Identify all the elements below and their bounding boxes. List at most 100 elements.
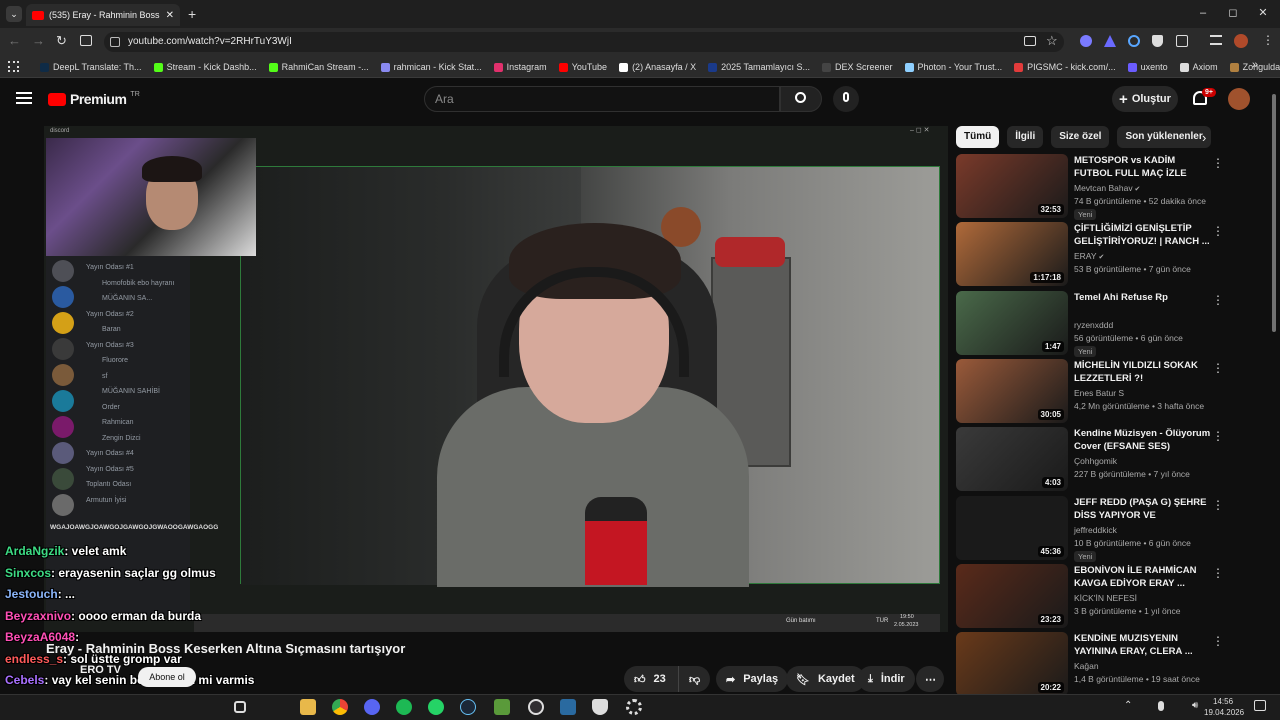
bookmark-star-icon[interactable]: ☆	[1046, 33, 1058, 49]
tab-list-button[interactable]: ⌄	[6, 6, 22, 22]
recommendation-item[interactable]: 23:23 EBONİVON İLE RAHMİCAN KAVGA EDİYOR …	[956, 563, 1266, 628]
recommendation-item[interactable]: 20:22 KENDİNE MUZISYENIN YAYININA ERAY, C…	[956, 632, 1266, 697]
recommendation-item[interactable]: 45:36 JEFF REDD (PAŞA G) ŞEHRE DİSS YAPIY…	[956, 495, 1266, 562]
recommendation-channel[interactable]: KİCK'İN NEFESİ	[1074, 593, 1137, 603]
bookmark-item[interactable]: DeepL Translate: Th...	[34, 62, 148, 72]
close-window-button[interactable]: ✕	[1256, 6, 1270, 20]
tab-close-icon[interactable]: ✕	[166, 10, 174, 21]
subscribe-button[interactable]: Abone ol	[138, 667, 196, 687]
bookmark-item[interactable]: uxento	[1122, 62, 1174, 72]
recommendation-channel[interactable]: jeffreddkick	[1074, 525, 1117, 535]
recommendation-item[interactable]: 30:05 MİCHELİN YILDIZLI SOKAK LEZZETLERİ …	[956, 358, 1266, 423]
more-options-icon[interactable]: ⋮	[1212, 498, 1224, 512]
video-thumbnail[interactable]: 1:17:18	[956, 222, 1068, 287]
vpn-icon[interactable]	[592, 699, 608, 715]
back-icon[interactable]: ←	[8, 33, 21, 48]
more-options-icon[interactable]: ⋮	[1212, 634, 1224, 648]
new-tab-button[interactable]: +	[188, 6, 196, 22]
recommendation-item[interactable]: 32:53 METOSPOR vs KADİM FUTBOL FULL MAÇ İ…	[956, 154, 1266, 220]
more-options-icon[interactable]: ⋮	[1212, 361, 1224, 375]
reload-icon[interactable]: ↻	[56, 33, 67, 49]
hamburger-menu-icon[interactable]	[16, 92, 32, 104]
filter-chip[interactable]: Tümü	[956, 126, 1000, 148]
system-time[interactable]: 14:56	[1213, 697, 1233, 706]
tray-chevron-icon[interactable]: ⌃	[1124, 700, 1132, 711]
video-thumbnail[interactable]: 45:36	[956, 495, 1068, 560]
reader-icon[interactable]	[80, 35, 92, 46]
bookmark-item[interactable]: rahmican - Kick Stat...	[375, 62, 488, 72]
recommendation-title[interactable]: METOSPOR vs KADİM FUTBOL FULL MAÇ İZLE	[1074, 154, 1214, 180]
tray-mic-icon[interactable]	[1158, 701, 1164, 711]
recommendation-title[interactable]: EBONİVON İLE RAHMİCAN KAVGA EDİYOR ERAY …	[1074, 564, 1214, 590]
profile-avatar-icon[interactable]	[1234, 34, 1248, 48]
download-button[interactable]: ⤓ İndir	[858, 666, 915, 692]
video-thumbnail[interactable]: 30:05	[956, 358, 1068, 423]
puzzle-icon[interactable]	[1176, 35, 1188, 47]
bookmark-item[interactable]: RahmiCan Stream -...	[263, 62, 375, 72]
more-options-icon[interactable]: ⋮	[1212, 429, 1224, 443]
browser-menu-icon[interactable]: ⋮	[1262, 33, 1274, 47]
page-scrollbar[interactable]	[1272, 94, 1276, 332]
address-bar[interactable]: youtube.com/watch?v=2RHrTuY3WjI	[104, 32, 1064, 52]
recommendation-title[interactable]: Temel Ahi Refuse Rp	[1074, 291, 1214, 304]
recommendation-title[interactable]: KENDİNE MUZISYENIN YAYININA ERAY, CLERA …	[1074, 632, 1214, 658]
chips-next-icon[interactable]: ›	[1202, 130, 1206, 145]
more-options-icon[interactable]: ⋮	[1212, 566, 1224, 580]
video-thumbnail[interactable]: 1:47	[956, 290, 1068, 355]
bookmark-item[interactable]: (2) Anasayfa / X	[613, 62, 702, 72]
recommendation-channel[interactable]: Mevtcan Bahav ✔	[1074, 183, 1140, 193]
apps-grid-icon[interactable]	[8, 61, 19, 72]
recommendation-item[interactable]: 1:17:18 ÇİFTLİĞİMİZİ GENİŞLETİP GELİŞTİRİ…	[956, 222, 1266, 287]
bookmark-item[interactable]: Instagram	[488, 62, 553, 72]
browser-tab-active[interactable]: (535) Eray - Rahminin Boss Keser ✕	[26, 4, 180, 26]
tray-volume-icon[interactable]: 🔊︎	[1192, 700, 1198, 711]
notification-center-icon[interactable]	[1254, 700, 1266, 711]
more-options-icon[interactable]: ⋮	[1212, 156, 1224, 170]
recommendation-title[interactable]: MİCHELİN YILDIZLI SOKAK LEZZETLERİ ?!	[1074, 359, 1214, 385]
spotify-icon[interactable]	[396, 699, 412, 715]
video-thumbnail[interactable]: 32:53	[956, 154, 1068, 218]
shield-icon[interactable]	[1152, 35, 1163, 47]
like-button[interactable]: 👍︎ 23	[624, 666, 678, 692]
recommendation-channel[interactable]: ryzenxddd	[1074, 320, 1113, 330]
steam-icon[interactable]	[460, 699, 476, 715]
youtube-logo[interactable]: Premium TR	[48, 91, 140, 107]
more-options-icon[interactable]: ⋮	[1212, 293, 1224, 307]
video-thumbnail[interactable]: 23:23	[956, 563, 1068, 628]
video-thumbnail[interactable]: 4:03	[956, 427, 1068, 492]
file-explorer-icon[interactable]	[300, 699, 316, 715]
extension-icon-3[interactable]	[1128, 35, 1140, 47]
bookmark-item[interactable]: Photon - Your Trust...	[899, 62, 1009, 72]
recommendation-title[interactable]: ÇİFTLİĞİMİZİ GENİŞLETİP GELİŞTİRİYORUZ! …	[1074, 222, 1214, 248]
voice-search-button[interactable]	[833, 86, 859, 112]
save-button[interactable]: 🔖︎ Kaydet	[786, 666, 865, 692]
reading-list-icon[interactable]	[1210, 35, 1222, 45]
minecraft-icon[interactable]	[494, 699, 510, 715]
bookmark-item[interactable]: YouTube	[553, 62, 613, 72]
bookmarks-overflow-icon[interactable]: »	[1252, 59, 1258, 71]
forward-icon[interactable]: →	[32, 33, 45, 48]
recommendation-title[interactable]: Kendine Müzisyen - Ölüyorum Cover (EFSAN…	[1074, 427, 1214, 453]
bookmark-item[interactable]: DEX Screener	[816, 62, 899, 72]
search-input[interactable]: Ara	[424, 86, 780, 112]
share-button[interactable]: ➦ Paylaş	[716, 666, 789, 692]
more-actions-button[interactable]: ⋯	[916, 666, 944, 692]
obs-icon[interactable]	[528, 699, 544, 715]
recommendation-item[interactable]: 4:03 Kendine Müzisyen - Ölüyorum Cover (E…	[956, 427, 1266, 492]
cast-icon[interactable]	[1024, 36, 1036, 46]
whatsapp-icon[interactable]	[428, 699, 444, 715]
discord-icon[interactable]	[364, 699, 380, 715]
system-date[interactable]: 19.04.2026	[1204, 708, 1244, 717]
channel-name[interactable]: ERO TV	[80, 664, 121, 676]
dislike-button[interactable]: 👎︎	[678, 666, 710, 692]
recommendation-channel[interactable]: Çohhgomik	[1074, 456, 1117, 466]
filter-chip[interactable]: Son yüklenenler	[1117, 126, 1211, 148]
chrome-icon[interactable]	[332, 699, 348, 715]
recommendation-channel[interactable]: ERAY ✔	[1074, 251, 1104, 261]
extension-icon-1[interactable]	[1080, 35, 1092, 47]
maximize-button[interactable]: ◻	[1226, 6, 1240, 20]
recommendation-channel[interactable]: Enes Batur S	[1074, 388, 1124, 398]
account-avatar[interactable]	[1228, 88, 1250, 110]
task-view-icon[interactable]	[234, 701, 246, 713]
bookmark-item[interactable]: Stream - Kick Dashb...	[148, 62, 263, 72]
